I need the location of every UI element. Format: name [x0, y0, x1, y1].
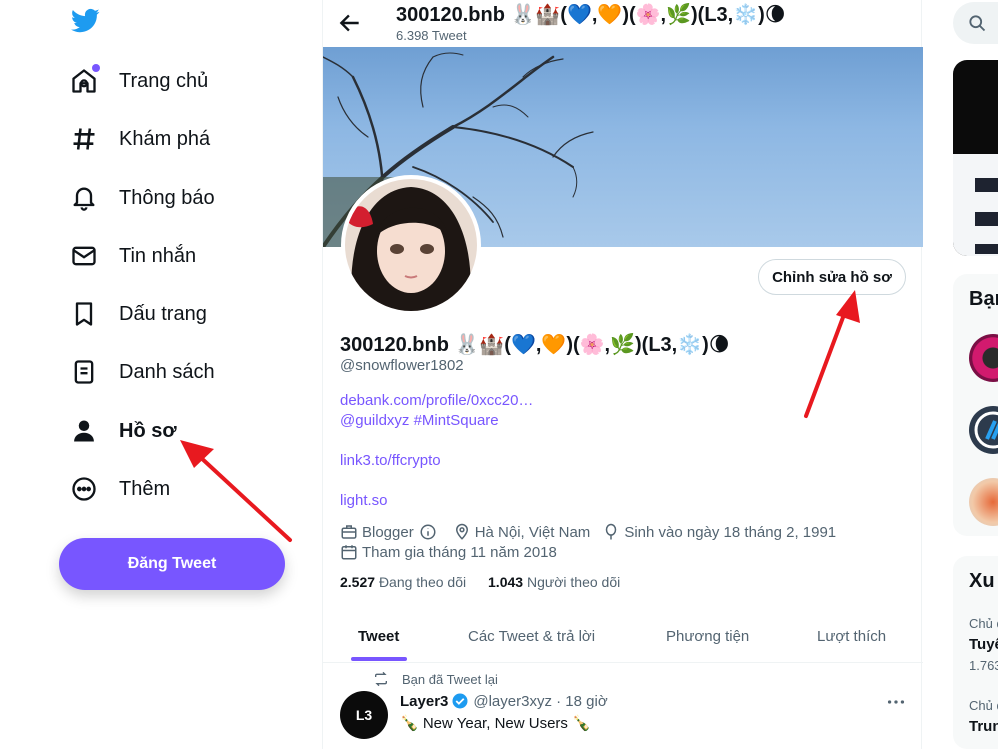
profile-meta-row: Blogger Hà Nội, Việt Nam Sinh vào ngày 1… [340, 523, 848, 541]
nav-bookmarks-label: Dấu trang [119, 302, 207, 325]
follow-stats: 2.527 Đang theo dõi 1.043 Người theo dõi [340, 574, 620, 590]
twitter-bird-icon[interactable] [70, 6, 100, 36]
active-tab-indicator [351, 657, 407, 661]
person-icon [70, 417, 98, 445]
back-arrow-icon[interactable] [337, 10, 363, 36]
edit-profile-button[interactable]: Chỉnh sửa hồ sơ [758, 259, 906, 295]
retweet-context: Bạn đã Tweet lại [373, 671, 498, 687]
profile-handle: @snowflower1802 [340, 357, 464, 374]
verified-badge-icon [452, 693, 468, 709]
retweet-label: Bạn đã Tweet lại [402, 671, 498, 687]
nav-messages[interactable]: Tin nhắn [60, 231, 196, 281]
suggested-user-avatar[interactable] [969, 334, 998, 382]
profile-location-text: Hà Nội, Việt Nam [474, 523, 591, 541]
bookmark-icon [70, 300, 98, 328]
balloon-icon [606, 523, 617, 540]
profile-category-text: Blogger [362, 523, 414, 541]
tweet-author-name[interactable]: Layer3 [400, 693, 448, 710]
profile-column: 300120.bnb 🐰🏰(💙,🧡)(🌸,🌿)(L3,❄️)🌘 6.398 Tw… [322, 0, 923, 749]
list-icon [70, 358, 98, 386]
search-icon [969, 15, 986, 32]
following-link[interactable]: 2.527 Đang theo dõi [340, 574, 466, 590]
nav-profile-label: Hồ sơ [119, 419, 177, 442]
arbitrum-logo-icon [974, 411, 998, 449]
header-display-name: 300120.bnb 🐰🏰(💙,🧡)(🌸,🌿)(L3,❄️)🌘 [396, 4, 786, 26]
profile-location: Hà Nội, Việt Nam [453, 523, 591, 541]
tweet-author-avatar[interactable]: L3 [340, 691, 388, 739]
nav-more-label: Thêm [119, 477, 171, 500]
nav-explore[interactable]: Khám phá [60, 114, 210, 164]
more-options-icon[interactable] [885, 691, 907, 713]
search-input[interactable] [953, 2, 998, 44]
followers-label: Người theo dõi [526, 574, 621, 590]
tweet-header: Layer3 @layer3xyz · 18 giờ [400, 692, 608, 710]
more-circle-icon [70, 475, 98, 503]
tweet-item[interactable]: Bạn đã Tweet lại L3 Layer3 @layer3xyz · … [323, 663, 923, 749]
nav-notifications[interactable]: Thông báo [60, 173, 215, 223]
bell-icon [70, 184, 98, 212]
tab-likes[interactable]: Lượt thích [817, 610, 886, 663]
nav-lists-label: Danh sách [119, 360, 215, 383]
tweet-text: 🍾 New Year, New Users 🍾 [400, 715, 591, 732]
bio-link-debank[interactable]: debank.com/profile/0xcc20… [340, 392, 533, 409]
nav-profile[interactable]: Hồ sơ [60, 406, 177, 456]
calendar-icon [341, 545, 357, 560]
home-icon [70, 64, 100, 95]
location-pin-icon [455, 523, 468, 540]
nav-home-label: Trang chủ [119, 69, 209, 92]
trends-title: Xu [969, 570, 995, 592]
nav-messages-label: Tin nhắn [119, 244, 197, 267]
nav-more[interactable]: Thêm [60, 464, 170, 514]
suggested-user-avatar[interactable] [969, 406, 998, 454]
mail-icon [70, 242, 98, 270]
profile-display-name: 300120.bnb 🐰🏰(💙,🧡)(🌸,🌿)(L3,❄️)🌘 [340, 334, 730, 356]
tab-tweets[interactable]: Tweet [358, 610, 399, 663]
profile-joined-text: Tham gia tháng 11 năm 2018 [362, 543, 557, 561]
profile-avatar[interactable] [341, 175, 481, 315]
bio-link-link3[interactable]: link3.to/ffcrypto [340, 452, 441, 469]
bio-link-guild[interactable]: @guildxyz #MintSquare [340, 412, 499, 429]
nav-explore-label: Khám phá [119, 127, 211, 150]
post-tweet-button[interactable]: Đăng Tweet [59, 538, 285, 590]
nav-notifications-label: Thông báo [119, 186, 215, 209]
profile-birthday: Sinh vào ngày 18 tháng 2, 1991 [602, 523, 836, 541]
trend-count: 1.763 [969, 658, 998, 673]
profile-joined: Tham gia tháng 11 năm 2018 [340, 543, 557, 561]
trend-meta: Chủ đ [969, 616, 998, 631]
trends-card: Xu Chủ đ Tuyể 1.763 Chủ đ Trun [953, 556, 998, 749]
left-navigation: Trang chủ Khám phá Thông báo Tin nhắn Dấ… [0, 0, 322, 749]
profile-header-bar: 300120.bnb 🐰🏰(💙,🧡)(🌸,🌿)(L3,❄️)🌘 6.398 Tw… [323, 0, 923, 47]
profile-category: Blogger [340, 523, 441, 541]
briefcase-icon [341, 525, 357, 539]
notification-dot [92, 64, 100, 72]
tab-tweets-replies[interactable]: Các Tweet & trả lời [468, 610, 595, 663]
promo-card-image[interactable] [953, 60, 998, 256]
avatar-portrait-image [345, 179, 477, 311]
hashtag-icon [70, 125, 98, 153]
who-to-follow-title: Bạn [969, 288, 998, 310]
trend-title[interactable]: Tuyể [969, 636, 998, 653]
header-tweet-count: 6.398 Tweet [396, 28, 467, 43]
retweet-icon [375, 671, 387, 687]
following-label: Đang theo dõi [378, 574, 467, 590]
trend-title[interactable]: Trun [969, 718, 998, 735]
following-count: 2.527 [340, 574, 376, 590]
tweet-author-handle: @layer3xyz · 18 giờ [473, 692, 608, 710]
nav-bookmarks[interactable]: Dấu trang [60, 289, 207, 339]
followers-count: 1.043 [488, 574, 524, 590]
right-sidebar: Bạn Xu Chủ đ Tuyể 1.763 Chủ đ Trun [922, 0, 998, 749]
trend-meta: Chủ đ [969, 698, 998, 713]
bio-link-light[interactable]: light.so [340, 492, 388, 509]
tab-media[interactable]: Phương tiện [666, 610, 749, 663]
nav-lists[interactable]: Danh sách [60, 347, 215, 397]
suggested-user-avatar[interactable] [969, 478, 998, 526]
profile-birthday-text: Sinh vào ngày 18 tháng 2, 1991 [624, 523, 837, 541]
who-to-follow-card: Bạn [953, 274, 998, 536]
nav-home[interactable]: Trang chủ [60, 56, 208, 106]
profile-tabs: Tweet Các Tweet & trả lời Phương tiện Lư… [323, 610, 923, 663]
info-icon[interactable] [419, 523, 437, 541]
followers-link[interactable]: 1.043 Người theo dõi [488, 574, 620, 590]
